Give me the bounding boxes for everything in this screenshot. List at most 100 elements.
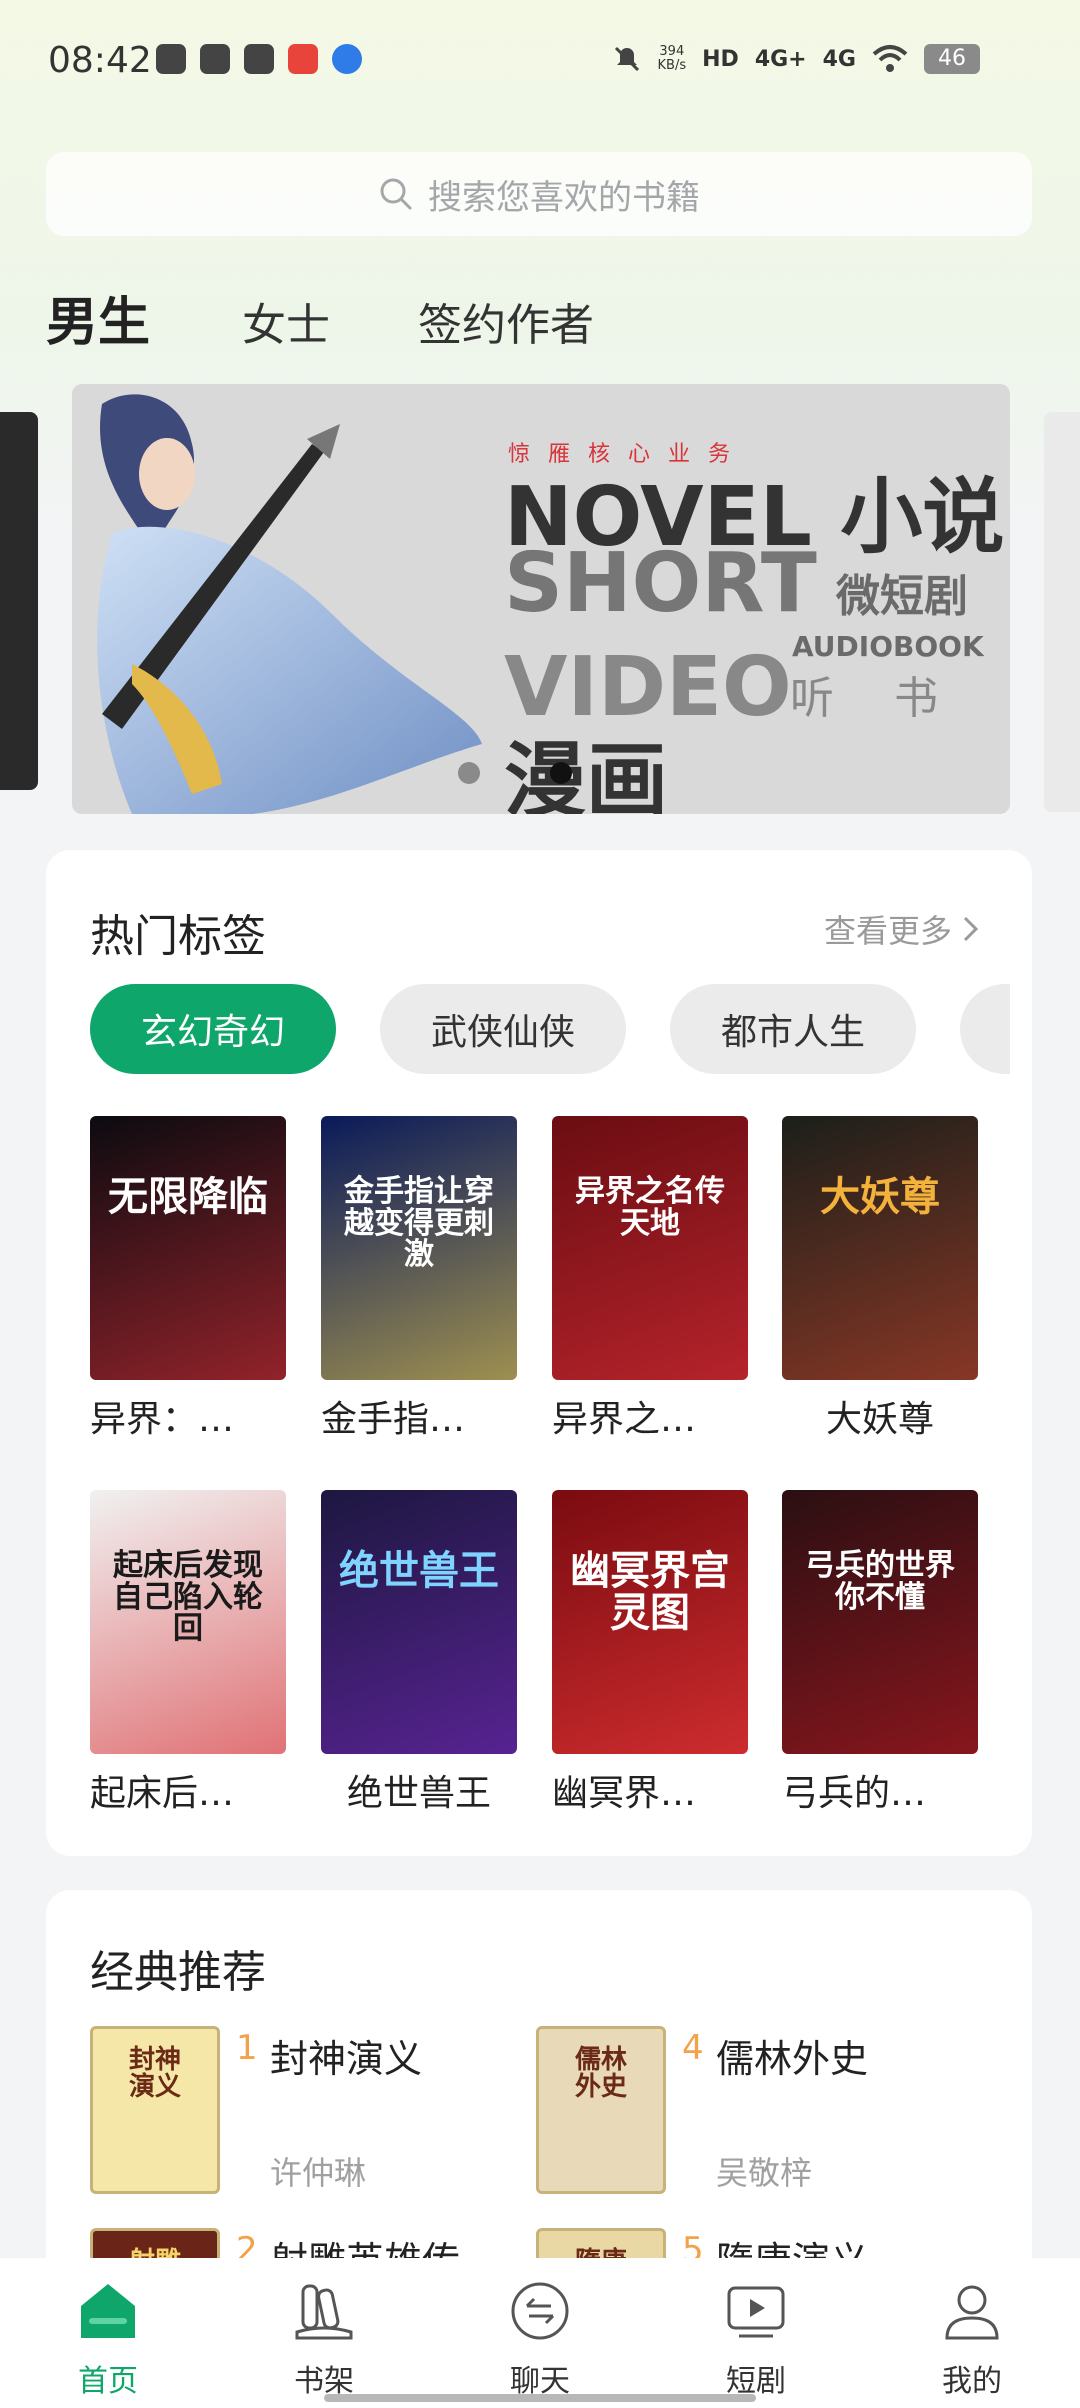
- book-cover[interactable]: 金手指让穿越变得更刺激: [321, 1116, 517, 1380]
- tag-chip-urban[interactable]: 都市人生: [670, 984, 916, 1074]
- banner-line-short: SHORT: [504, 536, 817, 631]
- book-title[interactable]: 绝世兽王: [321, 1764, 517, 1816]
- home-indicator[interactable]: [324, 2394, 756, 2402]
- banner-next-peek[interactable]: [1044, 412, 1080, 812]
- book-cover[interactable]: 弓兵的世界你不懂: [782, 1490, 978, 1754]
- notification-icons: [156, 44, 362, 74]
- chat-icon: [511, 2282, 569, 2340]
- banner-audiobook: AUDIOBOOK: [792, 630, 984, 663]
- book-cover-title: 大妖尊: [820, 1174, 940, 1220]
- status-bar: 08:42 394 KB/s HD 4G+ 4G 46: [0, 0, 1080, 128]
- banner-character-illustration: [97, 394, 482, 814]
- book-name[interactable]: 儒林外史: [716, 2028, 868, 2083]
- book-title[interactable]: 弓兵的…: [782, 1764, 978, 1816]
- book-item[interactable]: 起床后发现自己陷入轮回起床后…: [90, 1490, 286, 1816]
- book-title[interactable]: 异界：…: [90, 1390, 286, 1442]
- book-cover-title: 绝世兽王: [339, 1548, 499, 1594]
- chevron-right-icon: [963, 916, 979, 942]
- app-notification-icon: [156, 44, 186, 74]
- search-input[interactable]: 搜索您喜欢的书籍: [46, 152, 1032, 236]
- book-cover[interactable]: 异界之名传天地: [552, 1116, 748, 1380]
- carousel-dot-active[interactable]: [550, 762, 572, 784]
- nav-chat[interactable]: 聊天: [432, 2258, 648, 2408]
- home-icon: [81, 2284, 135, 2338]
- rank-number: 4: [682, 2028, 704, 2068]
- mute-icon: [614, 46, 639, 72]
- banner-line-comics: 漫画COMICS: [504, 734, 669, 814]
- view-more-link[interactable]: 查看更多: [824, 906, 982, 952]
- rank-number: 1: [236, 2028, 258, 2068]
- tag-chip-wuxia[interactable]: 武侠仙侠: [380, 984, 626, 1074]
- ranked-book-item[interactable]: 封神演义 1 封神演义许仲琳: [90, 2026, 530, 2206]
- tab-female[interactable]: 女士: [242, 289, 330, 353]
- app-notification-icon: [244, 44, 274, 74]
- nav-short-video[interactable]: 短剧: [648, 2258, 864, 2408]
- book-cover-title: 金手指让穿越变得更刺激: [344, 1174, 494, 1272]
- nav-profile[interactable]: 我的: [864, 2258, 1080, 2408]
- book-item[interactable]: 无限降临异界：…: [90, 1116, 286, 1442]
- tab-male[interactable]: 男生: [46, 280, 150, 355]
- app-notification-icon: [200, 44, 230, 74]
- network-speed: 394 KB/s: [658, 45, 687, 73]
- book-name[interactable]: 封神演义: [270, 2028, 422, 2083]
- network-speed-unit: KB/s: [657, 58, 687, 73]
- section-title: 热门标签: [90, 911, 266, 962]
- book-item[interactable]: 绝世兽王 绝世兽王: [321, 1490, 517, 1816]
- status-time: 08:42: [48, 40, 152, 81]
- tag-chips: 玄幻奇幻 武侠仙侠 都市人生: [90, 984, 1010, 1076]
- ranked-book-item[interactable]: 儒林外史 4 儒林外史吴敬梓: [536, 2026, 976, 2206]
- book-cover[interactable]: 幽冥界宫灵图: [552, 1490, 748, 1754]
- signal-4g-icon: 4G: [822, 46, 856, 72]
- wifi-icon: [872, 45, 908, 72]
- book-title[interactable]: 起床后…: [90, 1764, 286, 1816]
- search-icon: [380, 178, 412, 210]
- book-cover-title: 起床后发现自己陷入轮回: [113, 1548, 263, 1646]
- book-cover[interactable]: 无限降临: [90, 1116, 286, 1380]
- book-title[interactable]: 金手指…: [321, 1390, 517, 1442]
- book-item[interactable]: 大妖尊 大妖尊: [782, 1116, 978, 1442]
- nav-label: 首页: [78, 2364, 138, 2399]
- book-title[interactable]: 异界之…: [552, 1390, 748, 1442]
- book-author: 吴敬梓: [716, 2154, 813, 2192]
- nav-bookshelf[interactable]: 书架: [216, 2258, 432, 2408]
- tag-chip-partial[interactable]: [960, 984, 1010, 1074]
- app-notification-icon: [332, 44, 362, 74]
- tag-chip-fantasy[interactable]: 玄幻奇幻: [90, 984, 336, 1074]
- book-title[interactable]: 幽冥界…: [552, 1764, 748, 1816]
- banner-prev-peek[interactable]: [0, 412, 38, 790]
- promo-banner[interactable]: 惊雁核心业务 NOVEL 小说 SHORT 微短剧 AUDIOBOOK VIDE…: [72, 384, 1010, 814]
- system-status-icons: 394 KB/s HD 4G+ 4G 46: [612, 44, 980, 74]
- profile-icon: [945, 2285, 999, 2340]
- book-item[interactable]: 弓兵的世界你不懂弓兵的…: [782, 1490, 978, 1816]
- book-cover[interactable]: 封神演义: [90, 2026, 220, 2194]
- book-author: 许仲琳: [270, 2154, 367, 2192]
- hd-indicator: HD: [702, 46, 739, 72]
- book-item[interactable]: 幽冥界宫灵图幽冥界…: [552, 1490, 748, 1816]
- network-speed-value: 394: [659, 44, 685, 59]
- book-cover-title: 封神演义: [128, 2045, 181, 2103]
- signal-4gplus-icon: 4G+: [754, 46, 807, 72]
- section-title: 经典推荐: [90, 1947, 266, 1998]
- carousel-dot[interactable]: [458, 762, 480, 784]
- book-title[interactable]: 大妖尊: [782, 1390, 978, 1442]
- nav-home[interactable]: 首页: [0, 2258, 216, 2408]
- app-notification-icon: [288, 44, 318, 74]
- book-item[interactable]: 金手指让穿越变得更刺激金手指…: [321, 1116, 517, 1442]
- book-cover-title: 儒林外史: [574, 2045, 627, 2103]
- book-cover[interactable]: 绝世兽王: [321, 1490, 517, 1754]
- category-tabs: 男生 女士 签约作者: [46, 280, 682, 355]
- book-cover-title: 无限降临: [108, 1174, 268, 1220]
- book-cover[interactable]: 起床后发现自己陷入轮回: [90, 1490, 286, 1754]
- book-item[interactable]: 异界之名传天地异界之…: [552, 1116, 748, 1442]
- hot-tags-section: 热门标签 查看更多 玄幻奇幻 武侠仙侠 都市人生 无限降临 异界：… 金手指让穿越变…: [46, 850, 1032, 1856]
- nav-label: 我的: [942, 2364, 1002, 2399]
- search-placeholder: 搜索您喜欢的书籍: [428, 177, 700, 218]
- book-cover[interactable]: 儒林外史: [536, 2026, 666, 2194]
- book-cover-title: 幽冥界宫灵图: [570, 1548, 730, 1636]
- battery-indicator: 46: [924, 44, 980, 74]
- bookshelf-icon: [295, 2284, 353, 2340]
- tab-signed-authors[interactable]: 签约作者: [418, 289, 594, 353]
- book-cover-title: 异界之名传天地: [575, 1174, 725, 1241]
- book-cover-title: 弓兵的世界你不懂: [805, 1548, 955, 1615]
- book-cover[interactable]: 大妖尊: [782, 1116, 978, 1380]
